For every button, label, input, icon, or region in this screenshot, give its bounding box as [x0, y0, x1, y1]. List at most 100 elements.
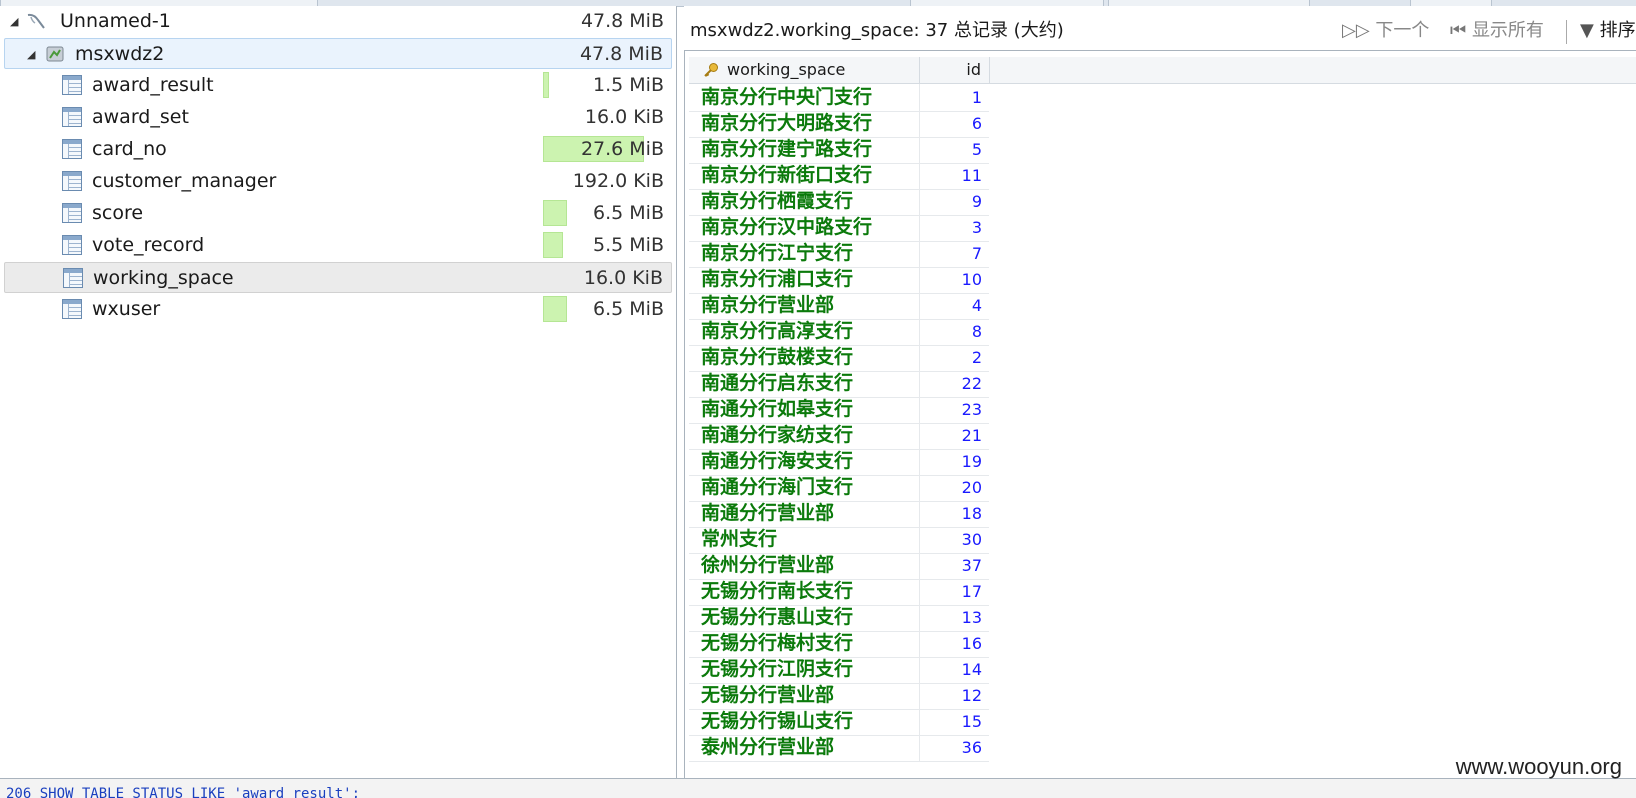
- table-row[interactable]: 泰州分行营业部 36: [689, 734, 989, 762]
- tree-table-customer-manager[interactable]: customer_manager 192.0 KiB: [4, 166, 672, 197]
- cell-working-space[interactable]: 南京分行高淳支行: [701, 318, 919, 345]
- cell-id[interactable]: 15: [919, 708, 990, 735]
- table-row[interactable]: 南京分行汉中路支行 3: [689, 214, 989, 242]
- cell-id[interactable]: 14: [919, 656, 990, 683]
- cell-id[interactable]: 7: [919, 240, 990, 267]
- column-header-id[interactable]: id: [919, 57, 990, 83]
- cell-id[interactable]: 2: [919, 344, 990, 371]
- table-row[interactable]: 南通分行海安支行 19: [689, 448, 989, 476]
- cell-id[interactable]: 4: [919, 292, 990, 319]
- table-row[interactable]: 无锡分行南长支行 17: [689, 578, 989, 606]
- cell-working-space[interactable]: 南通分行如皋支行: [701, 396, 919, 423]
- cell-id[interactable]: 9: [919, 188, 990, 215]
- cell-working-space[interactable]: 南京分行营业部: [701, 292, 919, 319]
- tree-server-node[interactable]: ◢ Unnamed-1 47.8 MiB: [4, 6, 672, 37]
- cell-id[interactable]: 18: [919, 500, 990, 527]
- cell-working-space[interactable]: 无锡分行梅村支行: [701, 630, 919, 657]
- table-row[interactable]: 南京分行大明路支行 6: [689, 110, 989, 138]
- tree-table-award-result[interactable]: award_result 1.5 MiB: [4, 70, 672, 101]
- tree-database-node[interactable]: ◢ msxwdz2 47.8 MiB: [4, 38, 672, 69]
- cell-id[interactable]: 36: [919, 734, 990, 761]
- sort-button[interactable]: ▼ 排序: [1580, 16, 1636, 46]
- table-row[interactable]: 南京分行营业部 4: [689, 292, 989, 320]
- cell-working-space[interactable]: 无锡分行惠山支行: [701, 604, 919, 631]
- cell-working-space[interactable]: 南京分行汉中路支行: [701, 214, 919, 241]
- table-row[interactable]: 南通分行海门支行 20: [689, 474, 989, 502]
- table-row[interactable]: 南通分行营业部 18: [689, 500, 989, 528]
- cell-working-space[interactable]: 泰州分行营业部: [701, 734, 919, 761]
- column-header-working-space[interactable]: working_space: [689, 57, 920, 83]
- data-grid[interactable]: working_space id 南京分行中央门支行 1 南京分行大明路支行 6 南京分…: [684, 50, 1636, 779]
- tree-table-wxuser[interactable]: wxuser 6.5 MiB: [4, 294, 672, 325]
- tree-table-score[interactable]: score 6.5 MiB: [4, 198, 672, 229]
- table-row[interactable]: 南通分行启东支行 22: [689, 370, 989, 398]
- cell-id[interactable]: 10: [919, 266, 990, 293]
- table-row[interactable]: 南京分行高淳支行 8: [689, 318, 989, 346]
- cell-id[interactable]: 6: [919, 110, 990, 137]
- table-size: 5.5 MiB: [593, 234, 664, 256]
- tree-table-vote-record[interactable]: vote_record 5.5 MiB: [4, 230, 672, 261]
- cell-working-space[interactable]: 无锡分行南长支行: [701, 578, 919, 605]
- tree-table-award-set[interactable]: award_set 16.0 KiB: [4, 102, 672, 133]
- table-row[interactable]: 南京分行建宁路支行 5: [689, 136, 989, 164]
- cell-working-space[interactable]: 无锡分行锡山支行: [701, 708, 919, 735]
- cell-working-space[interactable]: 南京分行建宁路支行: [701, 136, 919, 163]
- cell-working-space[interactable]: 徐州分行营业部: [701, 552, 919, 579]
- cell-working-space[interactable]: 南通分行海安支行: [701, 448, 919, 475]
- cell-id[interactable]: 11: [919, 162, 990, 189]
- table-row[interactable]: 无锡分行惠山支行 13: [689, 604, 989, 632]
- cell-id[interactable]: 3: [919, 214, 990, 241]
- table-size: 1.5 MiB: [593, 74, 664, 96]
- show-all-button[interactable]: ⏮ 显示所有: [1450, 16, 1544, 46]
- cell-working-space[interactable]: 常州支行: [701, 526, 919, 553]
- collapse-arrow-icon[interactable]: ◢: [10, 6, 18, 37]
- next-button[interactable]: ▷▷ 下一个: [1342, 16, 1429, 46]
- table-name: working_space: [93, 267, 234, 289]
- cell-working-space[interactable]: 南京分行大明路支行: [701, 110, 919, 137]
- table-row[interactable]: 南京分行鼓楼支行 2: [689, 344, 989, 372]
- cell-id[interactable]: 30: [919, 526, 990, 553]
- cell-id[interactable]: 1: [919, 84, 990, 111]
- cell-working-space[interactable]: 南京分行新街口支行: [701, 162, 919, 189]
- cell-id[interactable]: 23: [919, 396, 990, 423]
- cell-working-space[interactable]: 南京分行鼓楼支行: [701, 344, 919, 371]
- table-row[interactable]: 徐州分行营业部 37: [689, 552, 989, 580]
- cell-id[interactable]: 19: [919, 448, 990, 475]
- cell-id[interactable]: 8: [919, 318, 990, 345]
- cell-working-space[interactable]: 无锡分行江阴支行: [701, 656, 919, 683]
- cell-id[interactable]: 22: [919, 370, 990, 397]
- cell-working-space[interactable]: 南通分行家纺支行: [701, 422, 919, 449]
- cell-id[interactable]: 37: [919, 552, 990, 579]
- cell-working-space[interactable]: 南通分行营业部: [701, 500, 919, 527]
- cell-working-space[interactable]: 南京分行栖霞支行: [701, 188, 919, 215]
- tree-table-card-no[interactable]: card_no 27.6 MiB: [4, 134, 672, 165]
- cell-id[interactable]: 20: [919, 474, 990, 501]
- table-row[interactable]: 无锡分行江阴支行 14: [689, 656, 989, 684]
- table-row[interactable]: 无锡分行梅村支行 16: [689, 630, 989, 658]
- table-row[interactable]: 南通分行家纺支行 21: [689, 422, 989, 450]
- table-row[interactable]: 南通分行如皋支行 23: [689, 396, 989, 424]
- cell-id[interactable]: 17: [919, 578, 990, 605]
- table-row[interactable]: 南京分行新街口支行 11: [689, 162, 989, 190]
- table-row[interactable]: 无锡分行锡山支行 15: [689, 708, 989, 736]
- table-row[interactable]: 南京分行栖霞支行 9: [689, 188, 989, 216]
- cell-id[interactable]: 16: [919, 630, 990, 657]
- cell-id[interactable]: 12: [919, 682, 990, 709]
- table-row[interactable]: 南京分行中央门支行 1: [689, 84, 989, 112]
- table-row[interactable]: 无锡分行营业部 12: [689, 682, 989, 710]
- tree-table-working-space[interactable]: working_space 16.0 KiB: [4, 262, 672, 293]
- table-row[interactable]: 常州支行 30: [689, 526, 989, 554]
- cell-id[interactable]: 21: [919, 422, 990, 449]
- cell-working-space[interactable]: 无锡分行营业部: [701, 682, 919, 709]
- cell-working-space[interactable]: 南京分行中央门支行: [701, 84, 919, 111]
- cell-working-space[interactable]: 南京分行江宁支行: [701, 240, 919, 267]
- cell-working-space[interactable]: 南通分行启东支行: [701, 370, 919, 397]
- cell-working-space[interactable]: 南京分行浦口支行: [701, 266, 919, 293]
- table-row[interactable]: 南京分行江宁支行 7: [689, 240, 989, 268]
- collapse-arrow-icon[interactable]: ◢: [27, 39, 35, 70]
- cell-working-space[interactable]: 南通分行海门支行: [701, 474, 919, 501]
- cell-id[interactable]: 5: [919, 136, 990, 163]
- cell-id[interactable]: 13: [919, 604, 990, 631]
- table-name: vote_record: [92, 234, 205, 256]
- table-row[interactable]: 南京分行浦口支行 10: [689, 266, 989, 294]
